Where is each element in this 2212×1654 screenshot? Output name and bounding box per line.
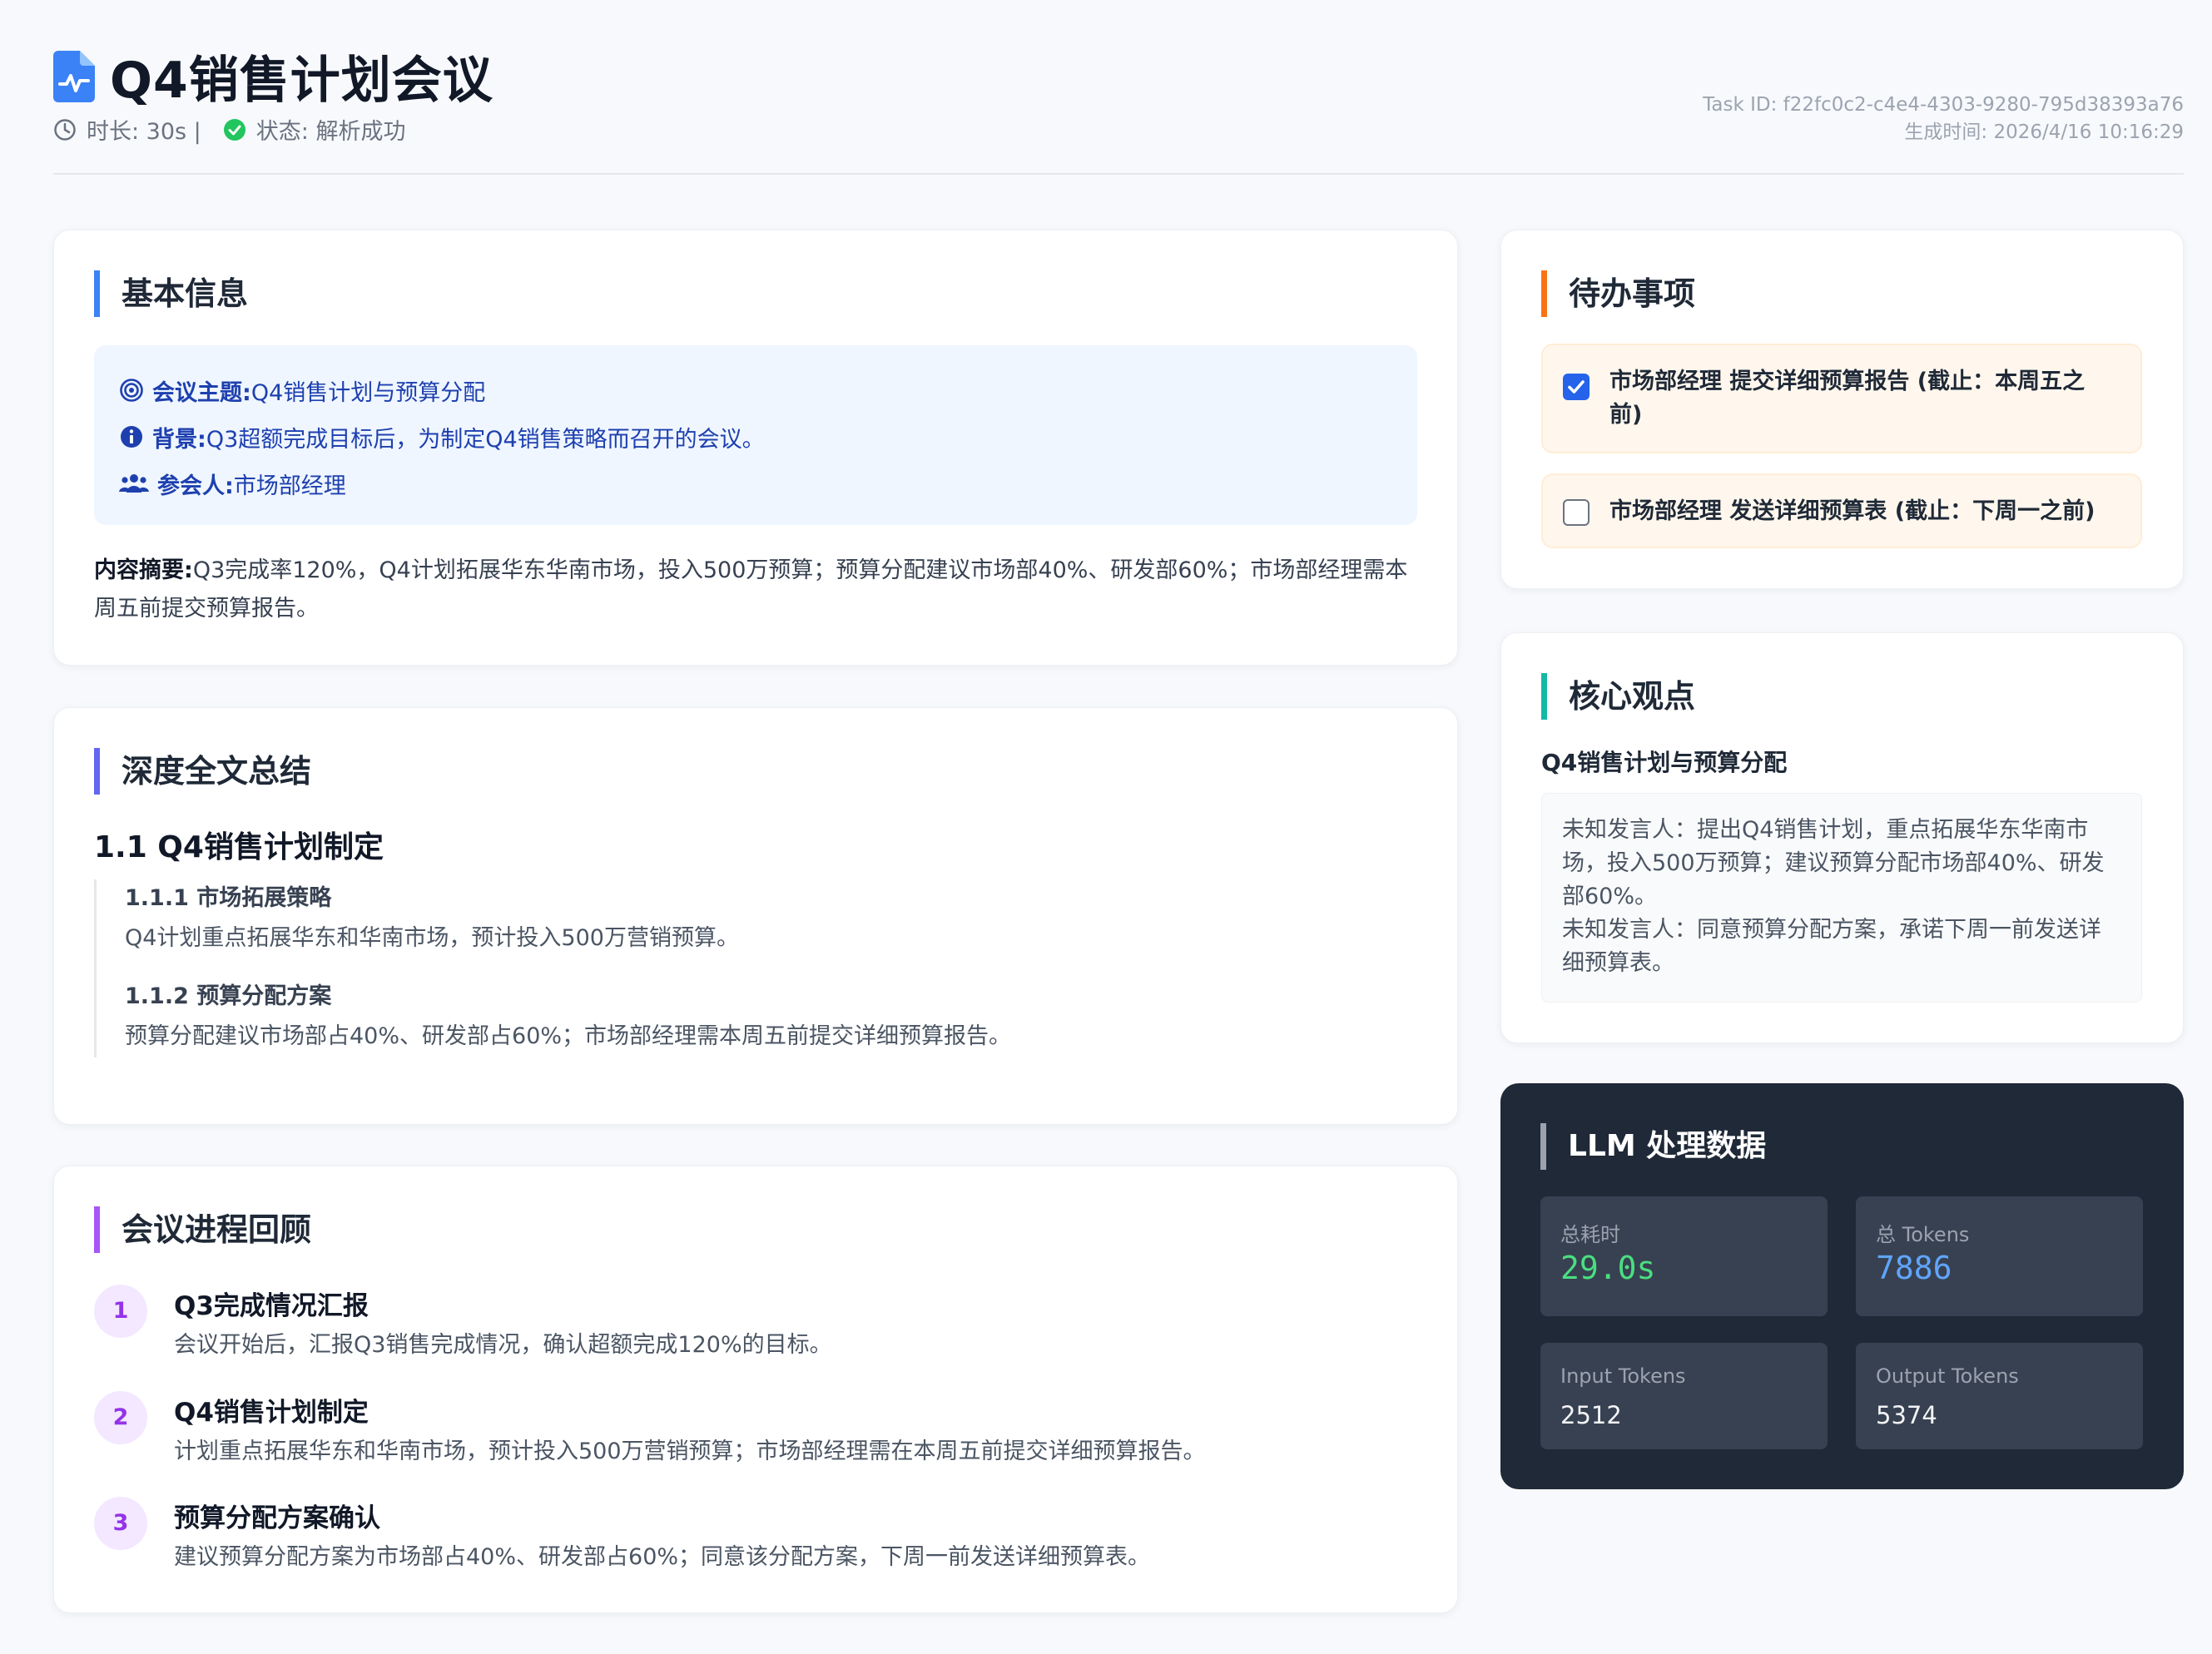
- duration-text: 时长: 30s |: [87, 119, 201, 145]
- stat-value: 7886: [1876, 1250, 1952, 1286]
- page-title: Q4销售计划会议: [110, 52, 493, 110]
- background-line: 背景: Q3超额完成目标后，为制定Q4销售策略而召开的会议。: [119, 414, 1392, 460]
- todo-card: 待办事项 市场部经理 提交详细预算报告 (截止：本周五之前) 市场部经理 发送详…: [1500, 230, 2184, 589]
- key-points-subtitle: Q4销售计划与预算分配: [1541, 749, 1788, 776]
- stat-output-tokens: Output Tokens 5374: [1856, 1343, 2143, 1449]
- step-title: Q4销售计划制定: [174, 1398, 369, 1428]
- title-row: Q4销售计划会议: [53, 40, 493, 112]
- llm-stats-panel: LLM 处理数据 总耗时 29.0s 总 Tokens 7886 Input T…: [1500, 1083, 2184, 1489]
- info-box: 会议主题: Q4销售计划与预算分配 背景: Q3超额完成目标后，为制定Q4销售策…: [94, 345, 1417, 525]
- summary-value: Q3完成率120%，Q4计划拓展华东华南市场，投入500万预算；预算分配建议市场…: [94, 557, 1408, 621]
- clock-icon: [54, 118, 76, 141]
- topic-value: Q4销售计划与预算分配: [250, 379, 486, 406]
- checkbox-empty-icon[interactable]: [1563, 499, 1590, 526]
- step-text: 计划重点拓展华东和华南市场，预计投入500万营销预算；市场部经理需在本周五前提交…: [174, 1439, 1206, 1464]
- summary-label: 内容摘要:: [94, 557, 193, 583]
- subsection-title: 1.1.2 预算分配方案: [125, 983, 332, 1009]
- background-label: 背景:: [152, 426, 206, 453]
- deep-summary-title: 深度全文总结: [94, 748, 311, 795]
- subsection-item: 1.1.1 市场拓展策略 Q4计划重点拓展华东和华南市场，预计投入500万营销预…: [125, 879, 1426, 959]
- task-info: Task ID: f22fc0c2-c4e4-4303-9280-795d383…: [1703, 92, 2184, 146]
- key-points-title: 核心观点: [1541, 673, 1695, 720]
- checkbox-checked-icon[interactable]: [1563, 374, 1590, 400]
- step-number: 3: [94, 1497, 147, 1550]
- basic-info-title: 基本信息: [94, 270, 248, 317]
- stat-value: 5374: [1876, 1401, 1937, 1429]
- todo-text: 市场部经理 提交详细预算报告 (截止：本周五之前): [1609, 369, 2086, 428]
- step-title: 预算分配方案确认: [174, 1503, 380, 1533]
- deep-summary-card: 深度全文总结 1.1 Q4销售计划制定 1.1.1 市场拓展策略 Q4计划重点拓…: [53, 707, 1458, 1125]
- stat-total-time: 总耗时 29.0s: [1540, 1196, 1828, 1316]
- topic-line: 会议主题: Q4销售计划与预算分配: [119, 367, 1392, 414]
- users-icon: [119, 474, 149, 493]
- step-text: 会议开始后，汇报Q3销售完成情况，确认超额完成120%的目标。: [174, 1332, 832, 1358]
- check-circle-icon: [223, 118, 246, 141]
- attendees-label: 参会人:: [157, 473, 234, 499]
- key-points-card: 核心观点 Q4销售计划与预算分配 未知发言人：提出Q4销售计划，重点拓展华东华南…: [1500, 632, 2184, 1043]
- todo-title: 待办事项: [1541, 270, 1695, 317]
- doc-chart-icon: [53, 50, 95, 102]
- stat-label: 总耗时: [1560, 1223, 1620, 1246]
- stat-total-tokens: 总 Tokens 7886: [1856, 1196, 2143, 1316]
- subsection-title: 1.1.1 市场拓展策略: [125, 885, 332, 911]
- target-icon: [120, 379, 143, 402]
- stat-input-tokens: Input Tokens 2512: [1540, 1343, 1828, 1449]
- step-text: 建议预算分配方案为市场部占40%、研发部占60%；同意该分配方案，下周一前发送详…: [174, 1544, 1151, 1570]
- page-header: Q4销售计划会议 时长: 30s | 状态: 解析成功 Task ID: f22…: [53, 37, 2184, 175]
- basic-info-card: 基本信息 会议主题: Q4销售计划与预算分配 背景: Q3超额完成目标后，为制定…: [53, 230, 1458, 666]
- content-summary: 内容摘要:Q3完成率120%，Q4计划拓展华东华南市场，投入500万预算；预算分…: [94, 552, 1426, 628]
- step-title: Q3完成情况汇报: [174, 1291, 369, 1321]
- step-number: 1: [94, 1285, 147, 1338]
- attendees-value: 市场部经理: [233, 473, 346, 499]
- todo-item[interactable]: 市场部经理 发送详细预算表 (截止：下周一之前): [1541, 473, 2142, 548]
- progress-title: 会议进程回顾: [94, 1206, 311, 1253]
- stat-value: 2512: [1560, 1401, 1622, 1429]
- attendees-line: 参会人: 市场部经理: [119, 460, 1392, 507]
- stat-value: 29.0s: [1560, 1250, 1656, 1286]
- stat-label: Input Tokens: [1560, 1364, 1686, 1388]
- key-points-box: 未知发言人：提出Q4销售计划，重点拓展华东华南市场，投入500万预算；建议预算分…: [1541, 793, 2142, 1003]
- subsection-text: 预算分配建议市场部占40%、研发部占60%；市场部经理需本周五前提交详细预算报告…: [125, 1023, 1012, 1049]
- info-icon: [121, 426, 142, 448]
- stat-label: 总 Tokens: [1876, 1223, 1970, 1246]
- stat-label: Output Tokens: [1876, 1364, 2019, 1388]
- llm-title: LLM 处理数据: [1540, 1123, 1766, 1170]
- subsection-item: 1.1.2 预算分配方案 预算分配建议市场部占40%、研发部占60%；市场部经理…: [125, 978, 1426, 1057]
- subsection-list: 1.1.1 市场拓展策略 Q4计划重点拓展华东和华南市场，预计投入500万营销预…: [94, 879, 1426, 1057]
- meta-row: 时长: 30s | 状态: 解析成功: [53, 113, 405, 146]
- todo-text: 市场部经理 发送详细预算表 (截止：下周一之前): [1609, 498, 2095, 524]
- todo-item[interactable]: 市场部经理 提交详细预算报告 (截止：本周五之前): [1541, 344, 2142, 453]
- generated-time: 生成时间: 2026/4/16 10:16:29: [1904, 121, 2184, 143]
- progress-card: 会议进程回顾 1 Q3完成情况汇报 会议开始后，汇报Q3销售完成情况，确认超额完…: [53, 1166, 1458, 1613]
- key-point-line: 未知发言人：同意预算分配方案，承诺下周一前发送详细预算表。: [1562, 917, 2101, 976]
- status-text: 状态: 解析成功: [255, 119, 406, 145]
- task-id: Task ID: f22fc0c2-c4e4-4303-9280-795d383…: [1703, 94, 2184, 116]
- step-number: 2: [94, 1391, 147, 1444]
- key-point-line: 未知发言人：提出Q4销售计划，重点拓展华东华南市场，投入500万预算；建议预算分…: [1562, 817, 2105, 909]
- subsection-text: Q4计划重点拓展华东和华南市场，预计投入500万营销预算。: [125, 925, 739, 951]
- background-value: Q3超额完成目标后，为制定Q4销售策略而召开的会议。: [206, 426, 765, 453]
- topic-label: 会议主题:: [152, 379, 251, 406]
- section-heading: 1.1 Q4销售计划制定: [94, 830, 384, 864]
